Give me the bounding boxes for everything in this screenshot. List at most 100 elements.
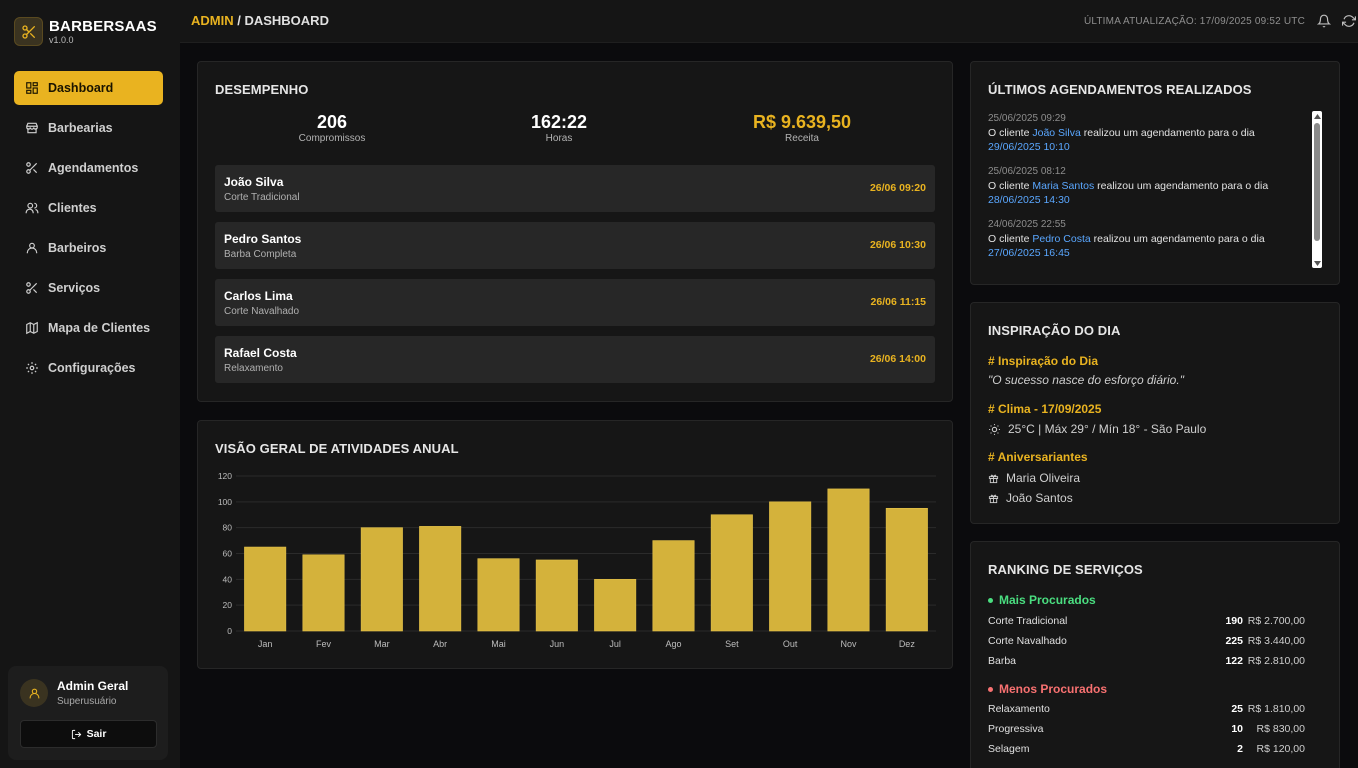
service-name: Relaxamento — [988, 703, 1050, 715]
x-tick-label: Dez — [899, 639, 916, 649]
sidebar-item-dashboard[interactable]: Dashboard — [14, 71, 163, 105]
service-value: R$ 830,00 — [1256, 723, 1305, 735]
latest-middle: realizou um agendamento para o dia — [1090, 233, 1265, 245]
client-link[interactable]: Pedro Costa — [1032, 233, 1090, 245]
sidebar-item-mapa-de-clientes[interactable]: Mapa de Clientes — [14, 311, 163, 345]
breadcrumb: ADMIN / DASHBOARD — [191, 13, 329, 28]
list-item: 25/06/2025 08:12 O cliente Maria Santos … — [988, 165, 1298, 207]
store-icon — [25, 121, 39, 135]
y-tick-label: 120 — [218, 471, 232, 481]
appointment-client: Carlos Lima — [224, 289, 293, 303]
sidebar-item-agendamentos[interactable]: Agendamentos — [14, 151, 163, 185]
x-tick-label: Mar — [374, 639, 390, 649]
sidebar-item-label: Dashboard — [48, 81, 114, 95]
latest-title: ÚLTIMOS AGENDAMENTOS REALIZADOS — [988, 82, 1252, 97]
birthday-name: João Santos — [1006, 491, 1073, 505]
bar-nov[interactable] — [827, 488, 870, 632]
x-tick-label: Jan — [258, 639, 273, 649]
appointment-row[interactable]: Rafael Costa Relaxamento 26/06 14:00 — [215, 336, 935, 383]
bar-mar[interactable] — [360, 527, 403, 632]
latest-date: 24/06/2025 22:55 — [988, 219, 1066, 230]
quote-text: "O sucesso nasce do esforço diário." — [988, 373, 1184, 387]
weather-heading: # Clima - 17/09/2025 — [988, 402, 1102, 416]
service-value: R$ 2.700,00 — [1247, 615, 1305, 627]
appointment-row[interactable]: Pedro Santos Barba Completa 26/06 10:30 — [215, 222, 935, 269]
scrollbar-thumb[interactable] — [1314, 123, 1320, 241]
last-update: ÚLTIMA ATUALIZAÇÃO: 17/09/2025 09:52 UTC — [1083, 16, 1305, 27]
service-value: R$ 120,00 — [1256, 743, 1305, 755]
y-tick-label: 100 — [218, 497, 232, 507]
service-name: Corte Navalhado — [988, 635, 1067, 647]
latest-list[interactable]: 25/06/2025 09:29 O cliente João Silva re… — [988, 112, 1298, 271]
latest-prefix: O cliente — [988, 127, 1033, 139]
sidebar-item-configuracoes[interactable]: Configurações — [14, 351, 163, 385]
appointment-client: Pedro Santos — [224, 232, 302, 246]
status-dot — [988, 686, 993, 692]
status-dot — [988, 597, 993, 603]
weather-line: 25°C | Máx 29° / Mín 18° - São Paulo — [988, 422, 1206, 436]
appointment-row[interactable]: Carlos Lima Corte Navalhado 26/06 11:15 — [215, 279, 935, 326]
bar-jan[interactable] — [244, 546, 287, 632]
appointment-date-link[interactable]: 29/06/2025 10:10 — [988, 141, 1070, 153]
stat-value: R$ 9.639,50 — [752, 112, 852, 132]
bell-icon[interactable] — [1316, 14, 1332, 28]
sidebar-item-clientes[interactable]: Clientes — [14, 191, 163, 225]
client-link[interactable]: Maria Santos — [1032, 180, 1094, 192]
bar-set[interactable] — [710, 514, 753, 632]
bar-mai[interactable] — [477, 558, 520, 632]
scroll-up-icon[interactable] — [1312, 111, 1322, 121]
dashboard-icon — [25, 81, 39, 95]
appointment-date-link[interactable]: 28/06/2025 14:30 — [988, 194, 1070, 206]
sidebar-item-barbeiros[interactable]: Barbeiros — [14, 231, 163, 265]
bar-ago[interactable] — [652, 540, 695, 632]
user-card: Admin Geral Superusuário Sair — [8, 666, 168, 760]
ranking-row: Barba 122 R$ 2.810,00 — [988, 655, 1323, 669]
y-tick-label: 20 — [223, 600, 233, 610]
sidebar-item-servicos[interactable]: Serviços — [14, 271, 163, 305]
appointment-service: Barba Completa — [224, 249, 297, 260]
topbar: ADMIN / DASHBOARD ÚLTIMA ATUALIZAÇÃO: 17… — [180, 0, 1358, 43]
appointment-row[interactable]: João Silva Corte Tradicional 26/06 09:20 — [215, 165, 935, 212]
appointment-time: 26/06 09:20 — [869, 182, 926, 194]
refresh-icon[interactable] — [1342, 14, 1356, 28]
stat-label: Receita — [785, 133, 819, 144]
service-count: 10 — [1231, 723, 1243, 735]
logout-button[interactable]: Sair — [20, 720, 157, 748]
bar-fev[interactable] — [302, 554, 345, 632]
sidebar-item-label: Agendamentos — [48, 161, 139, 175]
bar-out[interactable] — [769, 501, 812, 632]
quote-heading: # Inspiração do Dia — [988, 354, 1099, 368]
birthday-name: Maria Oliveira — [1006, 471, 1081, 485]
bar-abr[interactable] — [419, 526, 462, 632]
sidebar-item-barbearias[interactable]: Barbearias — [14, 111, 163, 145]
user-icon — [29, 688, 39, 698]
y-tick-label: 60 — [223, 549, 233, 559]
brand[interactable]: BARBERSAAS v1.0.0 — [14, 17, 157, 46]
scrollbar[interactable] — [1312, 111, 1322, 268]
weather-text: 25°C | Máx 29° / Mín 18° - São Paulo — [1008, 422, 1207, 436]
stat-value: 162:22 — [530, 112, 588, 132]
bar-jun[interactable] — [535, 559, 578, 632]
bar-dez[interactable] — [885, 507, 928, 632]
sidebar-item-label: Clientes — [48, 201, 97, 215]
service-value: R$ 3.440,00 — [1247, 635, 1305, 647]
breadcrumb-root[interactable]: ADMIN — [191, 13, 234, 28]
appointment-date-link[interactable]: 27/06/2025 16:45 — [988, 247, 1070, 259]
inspiration-title: INSPIRAÇÃO DO DIA — [988, 323, 1121, 338]
service-name: Selagem — [988, 743, 1030, 755]
client-link[interactable]: João Silva — [1032, 127, 1080, 139]
users-icon — [25, 201, 39, 215]
activity-bar-chart: 0 20 40 60 80 100 120 Jan Fev Mar Abr Mai Jun Jul Ago S… — [218, 471, 936, 649]
sidebar-item-label: Barbeiros — [48, 241, 107, 255]
bar-jul[interactable] — [594, 579, 637, 632]
map-icon — [25, 321, 39, 335]
avatar[interactable] — [20, 679, 48, 707]
stat-hours: 162:22 Horas — [509, 112, 609, 144]
scroll-down-icon[interactable] — [1312, 258, 1322, 268]
performance-card: DESEMPENHO 206 Compromissos 162:22 Horas… — [197, 61, 953, 402]
user-role: Superusuário — [57, 696, 117, 707]
appointment-client: João Silva — [224, 175, 284, 189]
brand-name: BARBERSAAS — [49, 17, 157, 35]
appointment-service: Corte Tradicional — [224, 192, 300, 203]
stat-value: 206 — [316, 112, 348, 132]
